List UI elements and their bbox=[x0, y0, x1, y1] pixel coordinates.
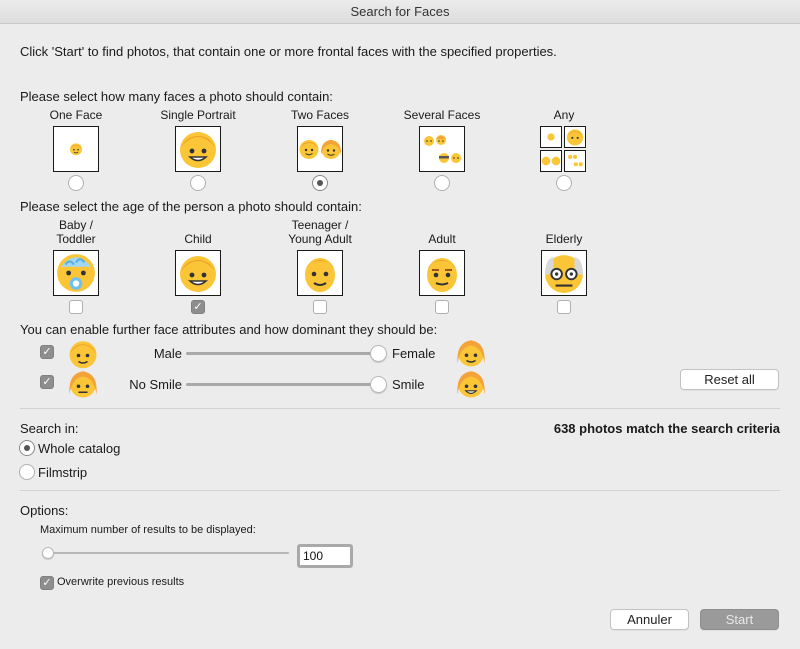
smile-slider-track[interactable] bbox=[186, 383, 378, 386]
radio-several-faces[interactable] bbox=[434, 175, 450, 191]
adult-face-icon[interactable] bbox=[419, 250, 465, 296]
smile-right-label: Smile bbox=[392, 377, 425, 392]
one-face-icon[interactable] bbox=[53, 126, 99, 172]
gender-right-label: Female bbox=[392, 346, 436, 361]
overwrite-label: Overwrite previous results bbox=[57, 576, 185, 588]
age-label-elderly: Elderly bbox=[545, 232, 583, 246]
checkbox-adult[interactable] bbox=[435, 300, 449, 314]
option-label-one-face: One Face bbox=[49, 108, 103, 122]
elderly-face-icon[interactable] bbox=[541, 250, 587, 296]
checkbox-elderly[interactable] bbox=[557, 300, 571, 314]
two-faces-icon[interactable] bbox=[297, 126, 343, 172]
count-heading: Please select how many faces a photo sho… bbox=[20, 89, 333, 104]
radio-any[interactable] bbox=[556, 175, 572, 191]
radio-single-portrait[interactable] bbox=[190, 175, 206, 191]
radio-two-faces[interactable] bbox=[312, 175, 328, 191]
separator bbox=[20, 408, 780, 409]
smile-slider-knob[interactable] bbox=[370, 376, 387, 393]
single-portrait-icon[interactable] bbox=[175, 126, 221, 172]
several-faces-icon[interactable] bbox=[419, 126, 465, 172]
female-face-icon bbox=[456, 338, 486, 368]
intro-text: Click 'Start' to find photos, that conta… bbox=[20, 44, 557, 59]
child-face-icon[interactable] bbox=[175, 250, 221, 296]
reset-all-button[interactable]: Reset all bbox=[680, 369, 779, 390]
separator bbox=[20, 490, 780, 491]
option-label-several-faces: Several Faces bbox=[403, 108, 481, 122]
age-label-child: Child bbox=[184, 232, 212, 246]
checkbox-child[interactable] bbox=[191, 300, 205, 314]
checkbox-gender-attribute[interactable] bbox=[40, 345, 54, 359]
gender-left-label: Male bbox=[153, 346, 182, 361]
max-results-label: Maximum number of results to be displaye… bbox=[40, 524, 256, 536]
window-title: Search for Faces bbox=[0, 0, 800, 24]
search-in-heading: Search in: bbox=[20, 421, 79, 436]
whole-catalog-label: Whole catalog bbox=[38, 441, 121, 456]
any-faces-icon[interactable] bbox=[540, 126, 586, 172]
checkbox-smile-attribute[interactable] bbox=[40, 375, 54, 389]
smile-face-icon bbox=[456, 369, 486, 399]
option-label-any: Any bbox=[553, 108, 575, 122]
filmstrip-label: Filmstrip bbox=[38, 465, 88, 480]
teen-face-icon[interactable] bbox=[297, 250, 343, 296]
age-label-baby: Baby / Toddler bbox=[56, 218, 96, 246]
radio-filmstrip[interactable] bbox=[19, 464, 35, 480]
checkbox-teen[interactable] bbox=[313, 300, 327, 314]
age-label-teen: Teenager / Young Adult bbox=[288, 218, 352, 246]
checkbox-baby[interactable] bbox=[69, 300, 83, 314]
options-heading: Options: bbox=[20, 503, 69, 518]
gender-slider-track[interactable] bbox=[186, 352, 378, 355]
age-heading: Please select the age of the person a ph… bbox=[20, 199, 362, 214]
overwrite-checkbox[interactable] bbox=[40, 576, 54, 590]
max-results-input[interactable]: 100 bbox=[297, 544, 353, 568]
cancel-button[interactable]: Annuler bbox=[610, 609, 689, 630]
option-label-two-faces: Two Faces bbox=[290, 108, 350, 122]
option-label-single-portrait: Single Portrait bbox=[160, 108, 236, 122]
no-smile-face-icon bbox=[68, 369, 98, 399]
match-count-text: 638 photos match the search criteria bbox=[553, 421, 780, 436]
male-face-icon bbox=[68, 339, 98, 369]
radio-whole-catalog[interactable] bbox=[19, 440, 35, 456]
gender-slider-knob[interactable] bbox=[370, 345, 387, 362]
attributes-heading: You can enable further face attributes a… bbox=[20, 322, 438, 337]
baby-face-icon[interactable] bbox=[53, 250, 99, 296]
smile-left-label: No Smile bbox=[129, 377, 182, 392]
max-results-slider-track[interactable] bbox=[42, 552, 289, 554]
max-results-slider-knob[interactable] bbox=[42, 547, 54, 559]
start-button[interactable]: Start bbox=[700, 609, 779, 630]
age-label-adult: Adult bbox=[428, 232, 456, 246]
radio-one-face[interactable] bbox=[68, 175, 84, 191]
